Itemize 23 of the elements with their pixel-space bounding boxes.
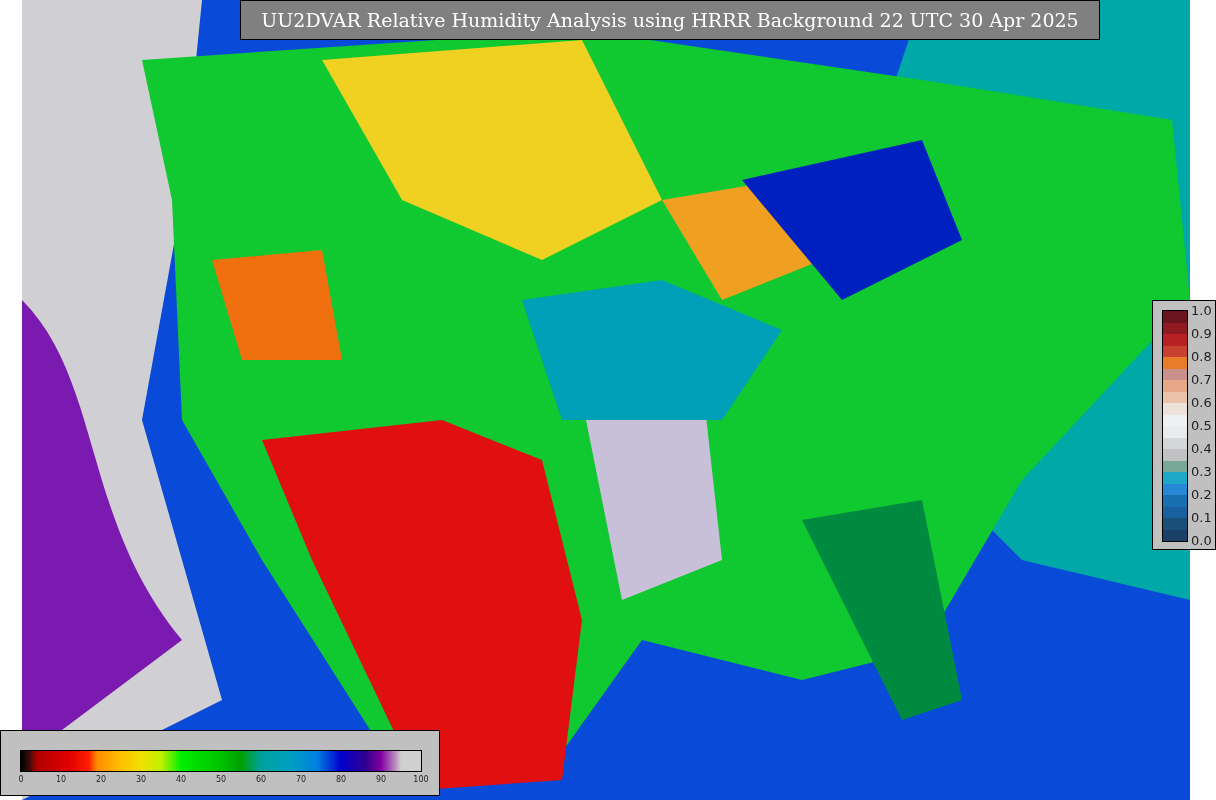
colorbar-tick-label: 90	[375, 776, 387, 784]
colorbar-tick-label: 30	[135, 776, 147, 784]
colorbar-tick-label: 0.3	[1191, 464, 1212, 478]
colorbar-tick-label: 50	[215, 776, 227, 784]
colorbar-tick-label: 0.8	[1191, 349, 1212, 363]
colorbar-tick-label: 100	[413, 776, 429, 784]
colorbar-tick-label: 0.4	[1191, 441, 1212, 455]
colorbar-tick-label: 20	[95, 776, 107, 784]
colorbar-tick-label: 0.7	[1191, 372, 1212, 386]
colorbar-tick-label: 10	[55, 776, 67, 784]
colorbar-tick-label: 0.2	[1191, 487, 1212, 501]
colorbar-tick-label: 0.5	[1191, 418, 1212, 432]
colorbar-tick-label: 1.0	[1191, 303, 1212, 317]
map-title: UU2DVAR Relative Humidity Analysis using HRRR Background 22 UTC 30 Apr 2025	[240, 0, 1100, 40]
colorbar-tick-label: 70	[295, 776, 307, 784]
colorbar-tick-label: 0.9	[1191, 326, 1212, 340]
colorbar-tick-label: 40	[175, 776, 187, 784]
colorbar-tick-label: 0.1	[1191, 510, 1212, 524]
colorbar-tick-label: 60	[255, 776, 267, 784]
colorbar-tick-label: 0	[18, 776, 24, 784]
colorbar-tick-label: 0.0	[1191, 533, 1212, 547]
colorbar-tick-label: 80	[335, 776, 347, 784]
colorbar-tick-label: 0.6	[1191, 395, 1212, 409]
